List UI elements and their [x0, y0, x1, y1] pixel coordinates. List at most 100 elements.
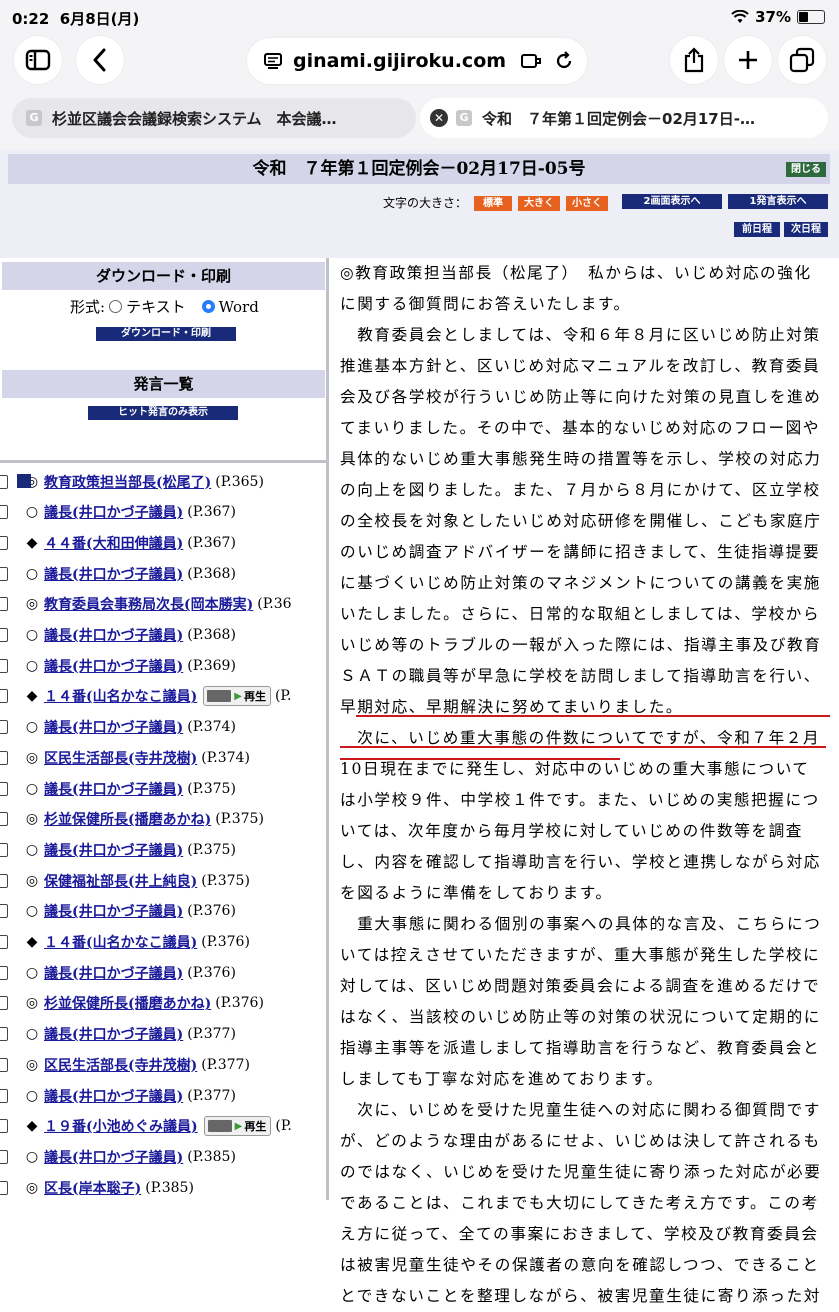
close-button[interactable]: 閉じる — [786, 162, 826, 177]
speech-checkbox[interactable] — [0, 505, 8, 520]
speaker-type-mark: ◎ — [25, 749, 39, 766]
speech-page-number: (P.375) — [201, 872, 250, 889]
speech-checkbox[interactable] — [0, 689, 8, 704]
page-menu-icon — [264, 53, 282, 69]
transcript-line: 次に、いじめ重大事態の件数についてですが、令和７年２月 — [340, 729, 821, 747]
back-button[interactable] — [76, 36, 124, 84]
chevron-left-icon — [93, 48, 106, 72]
transcript-line: の向上を図りました。また、７月から８月にかけて、区立学校 — [340, 481, 821, 499]
speech-page-number: (P.365) — [215, 473, 264, 490]
speaker-link[interactable]: １４番(山名かなこ議員) — [44, 686, 197, 706]
speech-checkbox[interactable] — [0, 873, 8, 888]
plus-icon — [739, 51, 757, 69]
speech-list-item: ○ 議長(井口かづ子議員) (P.375) — [0, 773, 330, 804]
speaker-link[interactable]: ４４番(大和田伸議員) — [44, 533, 183, 553]
speech-page-number: (P.374) — [201, 749, 250, 766]
font-small-button[interactable]: 小さく — [566, 196, 608, 211]
speech-checkbox[interactable] — [0, 658, 8, 673]
download-print-button[interactable]: ダウンロード・印刷 — [96, 327, 236, 341]
speaker-link[interactable]: 区長(岸本聡子) — [44, 1178, 141, 1198]
speaker-link[interactable]: 教育政策担当部長(松尾了) — [44, 472, 211, 492]
transcript-line: のいじめ調査アドバイザーを講師に招きまして、生徒指導提要 — [340, 543, 821, 561]
play-video-button[interactable]: ▶ 再生 — [203, 686, 271, 707]
address-bar[interactable]: ginami.gijiroku.com — [247, 38, 587, 84]
font-standard-button[interactable]: 標準 — [474, 196, 512, 211]
speech-list-item: ○ 議長(井口かづ子議員) (P.376) — [0, 896, 330, 927]
transcript-line: は小学校９件、中学校１件です。また、いじめの実態把握につ — [340, 791, 820, 809]
speech-checkbox[interactable] — [0, 1119, 8, 1134]
new-tab-button[interactable] — [724, 36, 772, 84]
speech-list-item: ○ 議長(井口かづ子議員) (P.368) — [0, 620, 330, 651]
play-video-button[interactable]: ▶ 再生 — [203, 1116, 272, 1137]
speech-checkbox[interactable] — [0, 750, 8, 765]
tab-overview-button[interactable] — [778, 36, 826, 84]
tab-search-system[interactable]: G 杉並区議会会議録検索システム 本会議… — [12, 98, 416, 138]
close-tab-icon[interactable]: ✕ — [430, 109, 448, 127]
speaker-link[interactable]: 杉並保健所長(播磨あかね) — [44, 809, 211, 829]
reload-icon[interactable] — [554, 51, 574, 71]
speech-checkbox[interactable] — [0, 996, 8, 1011]
font-large-button[interactable]: 大きく — [518, 196, 560, 211]
speaker-link[interactable]: 議長(井口かづ子議員) — [44, 564, 183, 584]
speech-checkbox[interactable] — [0, 1057, 8, 1072]
speaker-link[interactable]: 議長(井口かづ子議員) — [44, 779, 183, 799]
speaker-link[interactable]: 保健福祉部長(井上純良) — [44, 871, 197, 891]
speech-checkbox[interactable] — [0, 904, 8, 919]
play-label: 再生 — [243, 690, 266, 704]
speaker-link[interactable]: １４番(山名かなこ議員) — [44, 932, 197, 952]
transcript-line: え方に従って、全ての事案におきまして、学校及び教育委員会 — [340, 1225, 819, 1243]
speech-checkbox[interactable] — [0, 628, 8, 642]
speech-checkbox[interactable] — [0, 781, 8, 796]
sidebar-toggle-button[interactable] — [14, 36, 62, 84]
speech-list-item: ◆ ４４番(大和田伸議員) (P.367) — [0, 527, 330, 558]
speaker-link[interactable]: 議長(井口かづ子議員) — [44, 1147, 183, 1167]
speech-list-item: ○ 議長(井口かづ子議員) (P.367) — [0, 497, 330, 528]
speaker-link[interactable]: 区民生活部長(寺井茂樹) — [44, 748, 197, 768]
speech-checkbox[interactable] — [0, 842, 8, 857]
next-schedule-button[interactable]: 次日程 — [784, 222, 828, 237]
speech-checkbox[interactable] — [0, 812, 8, 827]
prev-schedule-button[interactable]: 前日程 — [734, 222, 780, 237]
speaker-link[interactable]: 議長(井口かづ子議員) — [44, 625, 183, 645]
speaker-link[interactable]: 議長(井口かづ子議員) — [44, 717, 183, 737]
share-button[interactable] — [670, 36, 718, 84]
speaker-link[interactable]: 議長(井口かづ子議員) — [44, 1024, 183, 1044]
transcript-body: ◎教育政策担当部長（松尾了） 私からは、いじめ対応の強化 に関する御質問にお答えい… — [340, 258, 830, 1312]
single-speech-view-button[interactable]: 1発言表示へ — [728, 194, 828, 209]
transcript-line: の全校長を対象としたいじめ対応研修を開催し、こども家庭庁 — [340, 512, 822, 530]
speech-checkbox[interactable] — [0, 474, 8, 489]
speaker-link[interactable]: 区民生活部長(寺井茂樹) — [44, 1055, 197, 1075]
speech-checkbox[interactable] — [0, 965, 8, 980]
speech-checkbox[interactable] — [0, 1149, 8, 1164]
speech-checkbox[interactable] — [0, 1088, 8, 1103]
speaker-link[interactable]: 議長(井口かづ子議員) — [44, 963, 183, 983]
speech-page-number: (P.376) — [215, 995, 264, 1012]
extensions-icon[interactable] — [520, 51, 542, 71]
radio-text[interactable] — [109, 300, 123, 313]
speech-checkbox[interactable] — [0, 597, 8, 612]
transcript-line: とできないことを整理しながら、被害児童生徒に寄り添った対 — [340, 1287, 821, 1305]
battery-percent: 37% — [755, 8, 791, 26]
speech-checkbox[interactable] — [0, 1180, 8, 1195]
hit-only-button[interactable]: ヒット発言のみ表示 — [88, 406, 238, 420]
battery-icon — [797, 10, 825, 24]
speaker-link[interactable]: 議長(井口かづ子議員) — [44, 1086, 183, 1106]
speech-list-item: ○ 議長(井口かづ子議員) (P.375) — [0, 834, 330, 865]
speaker-link[interactable]: 杉並保健所長(播磨あかね) — [44, 993, 211, 1013]
speaker-link[interactable]: 教育委員会事務局次長(岡本勝実) — [44, 594, 253, 614]
radio-word[interactable] — [201, 300, 215, 313]
red-underline — [340, 758, 620, 760]
speech-checkbox[interactable] — [0, 566, 8, 581]
speech-checkbox[interactable] — [0, 935, 8, 949]
speech-checkbox[interactable] — [0, 1027, 8, 1042]
speaker-link[interactable]: 議長(井口かづ子議員) — [44, 656, 183, 676]
tab-session-record[interactable]: ✕ G 令和 ７年第１回定例会－02月17日-… — [420, 98, 828, 138]
speaker-type-mark: ◆ — [26, 934, 38, 950]
speech-checkbox[interactable] — [0, 535, 8, 550]
speaker-link[interactable]: １９番(小池めぐみ議員) — [44, 1116, 198, 1136]
speaker-link[interactable]: 議長(井口かづ子議員) — [44, 840, 183, 860]
speech-checkbox[interactable] — [0, 720, 8, 735]
speaker-link[interactable]: 議長(井口かづ子議員) — [44, 502, 183, 522]
two-screen-view-button[interactable]: 2画面表示へ — [622, 194, 722, 209]
speaker-link[interactable]: 議長(井口かづ子議員) — [44, 901, 183, 921]
